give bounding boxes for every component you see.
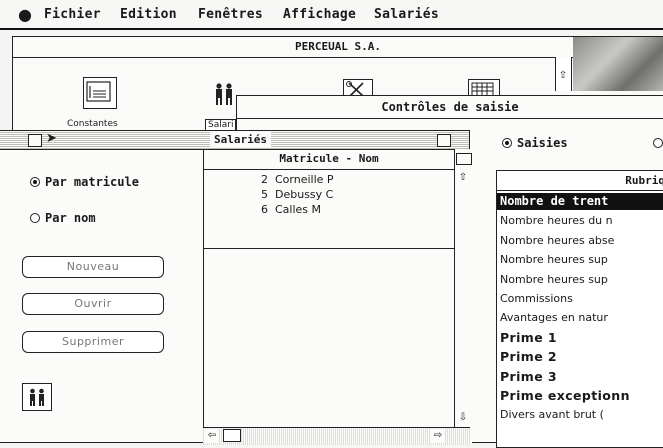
- nouveau-button[interactable]: Nouveau: [22, 256, 164, 278]
- list-header: Matricule - Nom: [204, 149, 454, 170]
- menu-salaries[interactable]: Salariés: [374, 7, 439, 22]
- salaries-list-panel: Matricule - Nom 2 Corneille P 5 Debussy C 6C…: [203, 149, 472, 444]
- employee-name: Debussy C: [275, 188, 334, 201]
- rubrique-item[interactable]: Prime 3: [500, 368, 557, 385]
- radio-other-option[interactable]: [653, 138, 663, 148]
- rubrique-item[interactable]: Nombre heures du n: [500, 212, 613, 229]
- rubrique-item[interactable]: Prime 2: [500, 348, 557, 365]
- rubrique-item[interactable]: Avantages en natur: [500, 309, 608, 326]
- constantes-label: Constantes: [67, 119, 118, 129]
- rubrique-item[interactable]: Commissions: [500, 290, 573, 307]
- arrow-cursor-icon: ➤: [46, 131, 57, 146]
- scroll-right-arrow-icon[interactable]: ⇨: [431, 429, 445, 443]
- ouvrir-button[interactable]: Ouvrir: [22, 293, 164, 315]
- list-item[interactable]: 6 Calles M: [261, 203, 321, 217]
- menu-fenetres[interactable]: Fenêtres: [198, 7, 263, 22]
- list-item[interactable]: 5 Debussy C: [261, 188, 333, 202]
- radio-par-nom-label: Par nom: [45, 211, 96, 225]
- controles-window-title[interactable]: Contrôles de saisie: [237, 96, 663, 119]
- rubrique-item[interactable]: Nombre heures abse: [500, 232, 614, 249]
- scroll-down-arrow-icon[interactable]: ⇩: [456, 411, 470, 425]
- radio-saisies[interactable]: Saisies: [502, 136, 568, 150]
- horizontal-scroll-thumb[interactable]: [223, 429, 241, 442]
- menu-affichage[interactable]: Affichage: [283, 7, 356, 22]
- menu-fichier[interactable]: Fichier: [44, 7, 101, 22]
- list-vertical-scrollbar[interactable]: ⇧ ⇩: [454, 149, 472, 444]
- radio-par-matricule[interactable]: Par matricule: [30, 175, 139, 189]
- rubrique-item[interactable]: Nombre de trent: [497, 193, 663, 210]
- radio-selected-icon: [30, 177, 40, 187]
- radio-par-matricule-label: Par matricule: [45, 175, 139, 189]
- salaries-title-bar[interactable]: ➤ Salariés: [0, 131, 469, 150]
- list-item[interactable]: 2 Corneille P: [261, 173, 334, 187]
- people-icon: [30, 388, 44, 406]
- rubrique-item[interactable]: Divers avant brut (: [500, 406, 604, 423]
- people-glyph-icon: [216, 83, 232, 105]
- scroll-left-arrow-icon[interactable]: ⇦: [205, 429, 219, 443]
- menu-edition[interactable]: Edition: [120, 7, 177, 22]
- menu-bar: ● Fichier Edition Fenêtres Affichage Sal…: [0, 0, 663, 30]
- salaries-icon[interactable]: [213, 81, 235, 107]
- apple-menu-icon[interactable]: ●: [18, 5, 32, 24]
- matricule-number: 2: [261, 173, 268, 186]
- salaries-window: ➤ Salariés Par matricule Par nom Nouveau…: [0, 130, 472, 445]
- rubrique-item[interactable]: Nombre heures sup: [500, 251, 608, 268]
- salaries-window-title: Salariés: [210, 132, 271, 147]
- rubrique-item[interactable]: Prime exceptionn: [500, 387, 630, 404]
- constantes-glyph-icon: [86, 81, 111, 102]
- rubriques-list: Rubriq Nombre de trent Nombre heures du n…: [496, 170, 663, 448]
- zoom-box-icon[interactable]: [437, 134, 451, 147]
- desktop-background-pattern: [573, 37, 663, 91]
- scroll-up-arrow-icon[interactable]: ⇧: [456, 171, 470, 185]
- radio-selected-icon: [502, 138, 512, 148]
- employee-name: Corneille P: [275, 173, 334, 186]
- rubrique-item[interactable]: Prime 1: [500, 329, 557, 346]
- radio-saisies-label: Saisies: [517, 136, 568, 150]
- supprimer-button[interactable]: Supprimer: [22, 331, 164, 353]
- salaries-list[interactable]: 2 Corneille P 5 Debussy C 6 Calles M: [204, 169, 454, 249]
- company-window-scrollbar[interactable]: ⇧: [555, 57, 572, 91]
- rubriques-header: Rubriq: [497, 171, 663, 191]
- close-box-icon[interactable]: [28, 134, 42, 147]
- constantes-icon[interactable]: [83, 77, 117, 109]
- people-button[interactable]: [22, 383, 52, 411]
- employee-name: Calles M: [275, 203, 322, 216]
- horizontal-scrollbar[interactable]: ⇦ ⇨: [203, 427, 470, 445]
- rubrique-item[interactable]: Nombre heures sup: [500, 271, 608, 288]
- matricule-number: 5: [261, 188, 268, 201]
- company-window-title[interactable]: PERCEUAL S.A.: [13, 37, 663, 58]
- scroll-up-arrow-icon[interactable]: ⇧: [556, 69, 570, 83]
- scroll-thumb-icon[interactable]: [456, 153, 472, 165]
- radio-par-nom[interactable]: Par nom: [30, 211, 96, 225]
- matricule-number: 6: [261, 203, 268, 216]
- radio-unselected-icon: [30, 213, 40, 223]
